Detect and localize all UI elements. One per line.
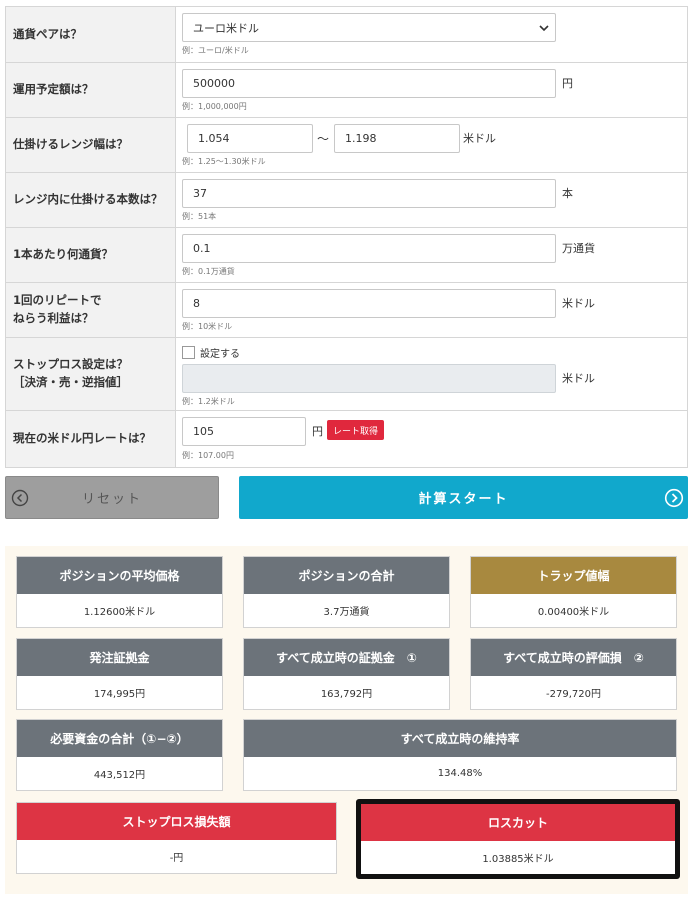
budget-hint: 例：1,000,000円 bbox=[182, 102, 247, 111]
amount-input[interactable]: 0.1 bbox=[182, 234, 556, 263]
result-value: 163,792円 bbox=[320, 689, 373, 700]
fetch-rate-button[interactable]: レート取得 bbox=[327, 420, 385, 440]
range-label: 仕掛けるレンジ幅は？ bbox=[6, 118, 176, 172]
result-value: 0.00400米ドル bbox=[537, 607, 610, 618]
amount-label: 1本あたり何通貨？ bbox=[6, 228, 176, 282]
chevron-right-circle-icon bbox=[664, 488, 684, 508]
stoploss-checkbox-label[interactable]: 設定する bbox=[200, 345, 240, 360]
result-title: ポジションの平均価格 bbox=[17, 557, 222, 594]
result-value: 134.48% bbox=[437, 768, 483, 779]
profit-unit: 米ドル bbox=[562, 297, 595, 310]
result-title: すべて成立時の証拠金 ① bbox=[244, 639, 449, 676]
result-value: -円 bbox=[169, 853, 184, 864]
profit-hint: 例：10米ドル bbox=[182, 322, 233, 331]
range-separator: ～ bbox=[317, 132, 330, 146]
count-input[interactable]: 37 bbox=[182, 179, 556, 208]
reset-button[interactable]: リセット bbox=[5, 476, 219, 519]
result-title: トラップ値幅 bbox=[471, 557, 676, 594]
range-unit: 米ドル bbox=[463, 132, 496, 145]
result-full-loss: すべて成立時の評価損 ② -279,720円 bbox=[470, 638, 677, 710]
result-value: 174,995円 bbox=[93, 689, 146, 700]
row-amount: 1本あたり何通貨？ 0.1 万通貨 例：0.1万通貨 bbox=[6, 228, 687, 283]
start-button-label: 計算スタート bbox=[418, 492, 509, 507]
result-trap-width: トラップ値幅 0.00400米ドル bbox=[470, 556, 677, 628]
rate-label: 現在の米ドル円レートは？ bbox=[6, 411, 176, 467]
row-rate: 現在の米ドル円レートは？ 105 円 レート取得 例：107.00円 bbox=[6, 411, 687, 467]
chevron-left-circle-icon bbox=[11, 489, 29, 507]
row-range: 仕掛けるレンジ幅は？ 1.054 ～ 1.198 米ドル 例：1.25～1.30… bbox=[6, 118, 687, 173]
stoploss-unit: 米ドル bbox=[562, 372, 595, 385]
range-low-input[interactable]: 1.054 bbox=[187, 124, 313, 153]
rate-hint: 例：107.00円 bbox=[182, 451, 234, 460]
stoploss-input[interactable] bbox=[182, 364, 556, 393]
simulator-form: 通貨ペアは？ ユーロ米ドル 例：ユーロ/米ドル 運用予定額は？ 500000 円… bbox=[5, 6, 688, 468]
result-title: 発注証拠金 bbox=[17, 639, 222, 676]
result-order-margin: 発注証拠金 174,995円 bbox=[16, 638, 223, 710]
stoploss-label: ストップロス設定は？ ［決済・売・逆指値］ bbox=[6, 338, 176, 410]
result-title: すべて成立時の評価損 ② bbox=[471, 639, 676, 676]
result-title: ストップロス損失額 bbox=[17, 803, 336, 840]
rate-input[interactable]: 105 bbox=[182, 417, 306, 446]
result-title: ロスカット bbox=[361, 804, 675, 841]
count-hint: 例：51本 bbox=[182, 212, 217, 221]
result-value: 1.12600米ドル bbox=[83, 607, 156, 618]
rate-unit: 円 bbox=[312, 425, 323, 438]
calculate-start-button[interactable]: 計算スタート bbox=[239, 476, 688, 519]
result-value: 1.03885米ドル bbox=[482, 854, 554, 865]
results-panel: ポジションの平均価格 1.12600米ドル ポジションの合計 3.7万通貨 トラ… bbox=[5, 546, 688, 894]
budget-label: 運用予定額は？ bbox=[6, 63, 176, 117]
budget-input[interactable]: 500000 bbox=[182, 69, 556, 98]
budget-unit: 円 bbox=[562, 77, 573, 90]
stoploss-checkbox[interactable] bbox=[182, 346, 195, 359]
profit-label: 1回のリピートで ねらう利益は？ bbox=[6, 283, 176, 337]
range-high-input[interactable]: 1.198 bbox=[334, 124, 460, 153]
reset-button-label: リセット bbox=[81, 492, 142, 507]
chevron-down-icon bbox=[539, 25, 549, 32]
result-value: 3.7万通貨 bbox=[323, 607, 370, 618]
result-title: ポジションの合計 bbox=[244, 557, 449, 594]
currency-pair-label: 通貨ペアは？ bbox=[6, 7, 176, 62]
currency-pair-selected: ユーロ米ドル bbox=[193, 21, 259, 35]
profit-input[interactable]: 8 bbox=[182, 289, 556, 318]
count-label: レンジ内に仕掛ける本数は？ bbox=[6, 173, 176, 227]
amount-unit: 万通貨 bbox=[562, 242, 595, 255]
result-maintenance-rate: すべて成立時の維持率 134.48% bbox=[243, 719, 677, 791]
result-losscut: ロスカット 1.03885米ドル bbox=[356, 799, 680, 879]
amount-hint: 例：0.1万通貨 bbox=[182, 267, 235, 276]
row-stoploss: ストップロス設定は？ ［決済・売・逆指値］ 設定する 米ドル 例：1.2米ドル bbox=[6, 338, 687, 411]
currency-pair-hint: 例：ユーロ/米ドル bbox=[182, 46, 249, 55]
result-title: 必要資金の合計（①−②） bbox=[17, 720, 222, 757]
row-budget: 運用予定額は？ 500000 円 例：1,000,000円 bbox=[6, 63, 687, 118]
count-unit: 本 bbox=[562, 187, 573, 200]
range-hint: 例：1.25～1.30米ドル bbox=[182, 157, 266, 166]
row-profit: 1回のリピートで ねらう利益は？ 8 米ドル 例：10米ドル bbox=[6, 283, 687, 338]
currency-pair-select[interactable]: ユーロ米ドル bbox=[182, 13, 556, 42]
result-full-margin: すべて成立時の証拠金 ① 163,792円 bbox=[243, 638, 450, 710]
result-avg-price: ポジションの平均価格 1.12600米ドル bbox=[16, 556, 223, 628]
result-total-position: ポジションの合計 3.7万通貨 bbox=[243, 556, 450, 628]
result-required-total: 必要資金の合計（①−②） 443,512円 bbox=[16, 719, 223, 791]
row-currency-pair: 通貨ペアは？ ユーロ米ドル 例：ユーロ/米ドル bbox=[6, 7, 687, 63]
result-stoploss-loss: ストップロス損失額 -円 bbox=[16, 802, 337, 874]
result-value: -279,720円 bbox=[546, 689, 601, 700]
stoploss-hint: 例：1.2米ドル bbox=[182, 397, 235, 406]
row-count: レンジ内に仕掛ける本数は？ 37 本 例：51本 bbox=[6, 173, 687, 228]
result-title: すべて成立時の維持率 bbox=[244, 720, 676, 757]
result-value: 443,512円 bbox=[93, 770, 146, 781]
